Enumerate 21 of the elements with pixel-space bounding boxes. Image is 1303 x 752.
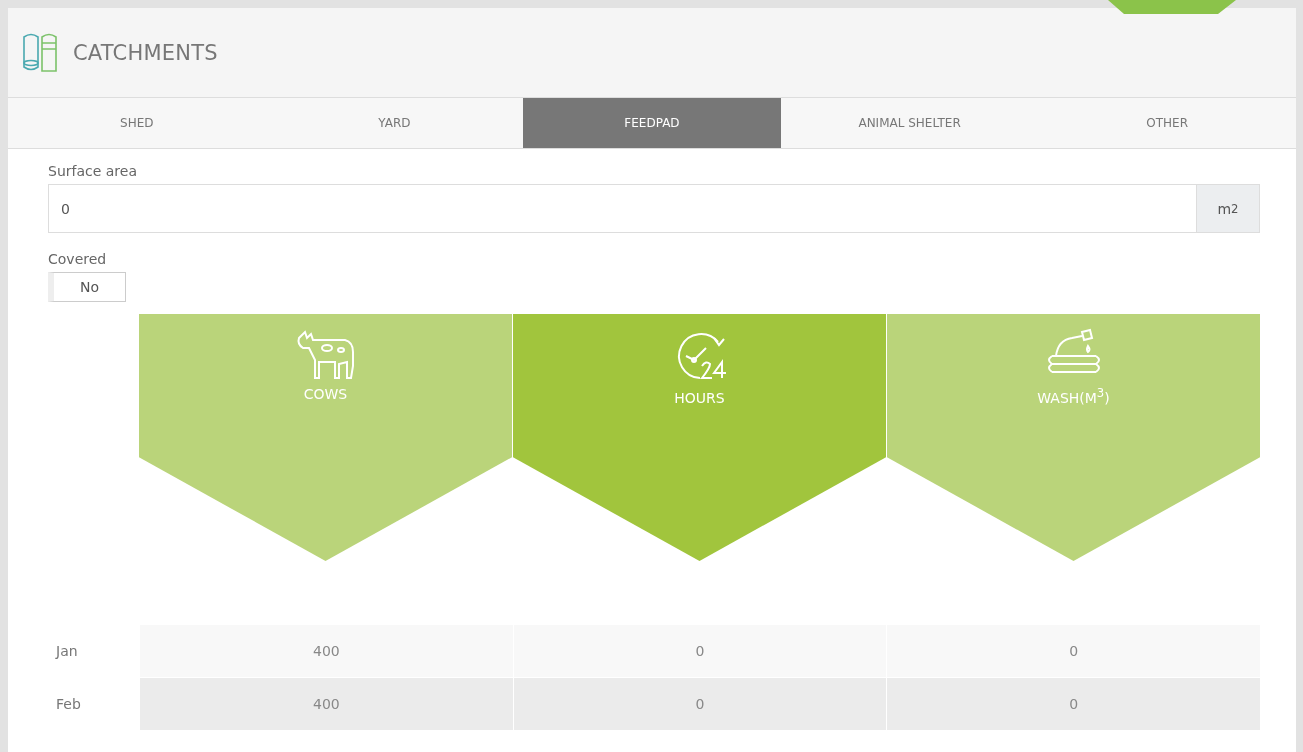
column-label: HOURS xyxy=(674,390,725,406)
month-label: Jan xyxy=(54,642,79,661)
table-cell: 0 xyxy=(512,678,887,730)
field-label: Surface area xyxy=(48,163,138,179)
tab[interactable]: FEEDPAD xyxy=(523,98,781,148)
table-cell: 400 xyxy=(139,625,513,677)
tab[interactable]: SHED xyxy=(8,98,266,148)
table-cell: 0 xyxy=(886,625,1260,677)
table-cell: 0 xyxy=(886,678,1260,730)
column-label: WASH(M$^{3}$) xyxy=(1037,386,1110,406)
table-cell: 0 xyxy=(512,625,887,677)
tab[interactable]: ANIMAL SHELTER xyxy=(780,98,1039,148)
table-cell: 400 xyxy=(139,678,513,730)
panel-title: CATCHMENTS xyxy=(73,40,218,65)
field-label: Covered xyxy=(48,251,108,267)
column-label: COWS xyxy=(303,386,348,402)
tab[interactable]: YARD xyxy=(265,98,524,148)
covered-toggle[interactable]: No xyxy=(48,272,126,302)
tab[interactable]: OTHER xyxy=(1038,98,1296,148)
surface-area-field[interactable]: 0 xyxy=(48,184,1196,233)
month-label: Feb xyxy=(55,695,82,714)
